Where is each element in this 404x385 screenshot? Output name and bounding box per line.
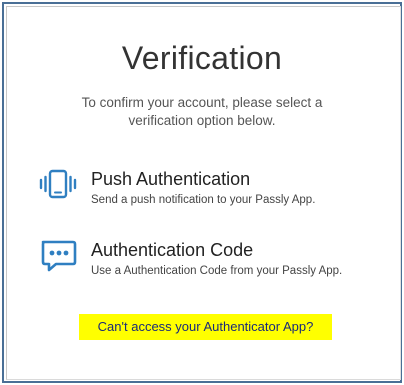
- push-authentication-description: Send a push notification to your Passly …: [91, 194, 316, 206]
- authentication-code-description: Use a Authentication Code from your Pass…: [91, 265, 343, 277]
- page-subtitle: To confirm your account, please select a…: [81, 95, 323, 128]
- authentication-code-title: Authentication Code: [91, 240, 254, 260]
- push-authentication-title: Push Authentication: [91, 169, 251, 189]
- push-authentication-option[interactable]: Push Authentication Send a push notifica…: [38, 166, 378, 214]
- page-title: Verification: [121, 40, 283, 76]
- message-dots-icon: [38, 237, 78, 277]
- vibrating-phone-icon: [38, 166, 78, 206]
- cant-access-authenticator-link[interactable]: Can't access your Authenticator App?: [79, 314, 332, 340]
- authentication-code-option[interactable]: Authentication Code Use a Authentication…: [38, 237, 378, 285]
